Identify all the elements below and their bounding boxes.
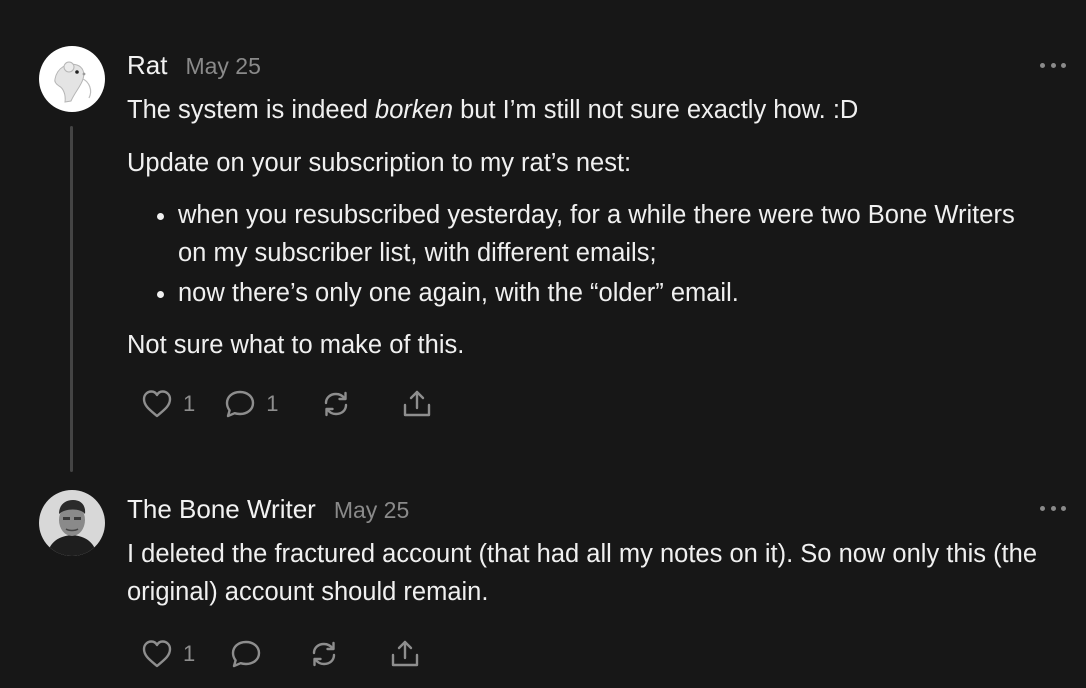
restack-arrows-icon — [324, 391, 347, 417]
rat-avatar-icon — [39, 46, 105, 112]
comment-body: I deleted the fractured account (that ha… — [127, 535, 1047, 611]
share-button[interactable] — [388, 638, 422, 670]
avatar[interactable] — [39, 46, 105, 112]
comment-actions: 1 1 — [140, 388, 434, 420]
share-button[interactable] — [400, 388, 434, 420]
comment-body: The system is indeed borken but I’m stil… — [127, 91, 1047, 364]
heart-icon — [142, 390, 172, 418]
comment-paragraph: I deleted the fractured account (that ha… — [127, 540, 1038, 606]
avatar[interactable] — [39, 490, 105, 556]
comment-date[interactable]: May 25 — [185, 53, 260, 80]
person-avatar-icon — [39, 490, 105, 556]
restack-button[interactable] — [307, 638, 341, 670]
thread-line — [70, 126, 73, 472]
comment-meta: Rat May 25 — [127, 50, 261, 81]
comment-date[interactable]: May 25 — [334, 497, 409, 524]
author-name[interactable]: The Bone Writer — [127, 494, 316, 525]
heart-icon — [142, 640, 172, 668]
list-item: when you resubscribed yesterday, for a w… — [178, 196, 1047, 272]
like-button[interactable]: 1 — [140, 638, 195, 670]
comment-paragraph: Not sure what to make of this. — [127, 331, 465, 359]
speech-bubble-icon — [232, 640, 261, 668]
like-count: 1 — [183, 391, 196, 416]
more-dots-icon — [1040, 62, 1045, 68]
reply-button[interactable]: 1 — [223, 388, 279, 420]
share-upload-icon — [403, 390, 430, 417]
share-upload-icon — [392, 640, 419, 667]
comment-meta: The Bone Writer May 25 — [127, 494, 409, 525]
comment-actions: 1 — [140, 638, 422, 670]
more-options-button[interactable] — [1040, 501, 1066, 515]
more-dots-icon — [1040, 505, 1045, 511]
like-button[interactable]: 1 — [140, 388, 195, 420]
speech-bubble-icon — [226, 390, 255, 418]
reply-count: 1 — [266, 391, 279, 416]
more-options-button[interactable] — [1040, 58, 1066, 72]
bullet-list: when you resubscribed yesterday, for a w… — [127, 196, 1047, 312]
restack-button[interactable] — [319, 388, 353, 420]
like-count: 1 — [183, 641, 196, 666]
comment-paragraph: The system is indeed borken but I’m stil… — [127, 96, 859, 124]
reply-button[interactable] — [229, 638, 263, 670]
list-item: now there’s only one again, with the “ol… — [178, 274, 1047, 312]
restack-arrows-icon — [313, 641, 336, 667]
emphasis-text: borken — [375, 96, 454, 124]
comment-paragraph: Update on your subscription to my rat’s … — [127, 149, 632, 177]
author-name[interactable]: Rat — [127, 50, 167, 81]
